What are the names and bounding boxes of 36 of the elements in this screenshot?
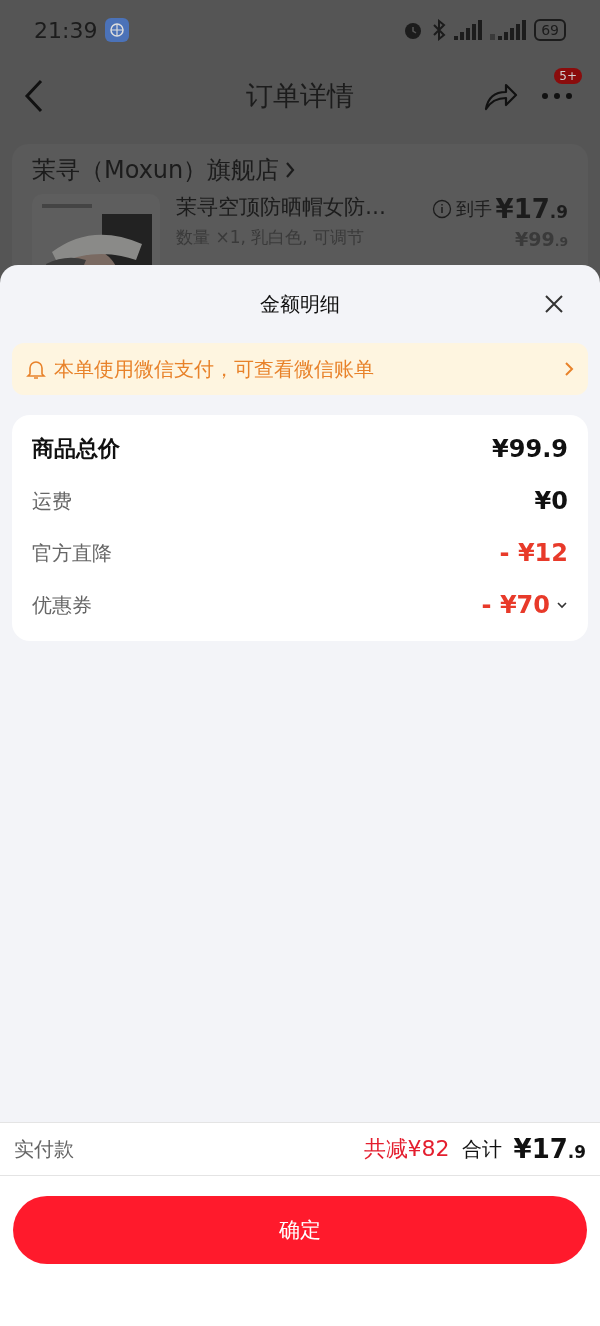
amount-label: 商品总价 <box>32 435 121 463</box>
page-title: 订单详情 <box>246 79 354 113</box>
chevron-right-icon <box>285 161 296 179</box>
product-title: 茉寻空顶防晒帽女防… <box>176 194 387 220</box>
bluetooth-icon <box>432 19 447 41</box>
payment-notice[interactable]: 本单使用微信支付，可查看微信账单 <box>12 343 588 395</box>
bell-icon <box>26 358 46 380</box>
summary-label: 实付款 <box>14 1135 75 1163</box>
total-saved: 共减¥82 <box>363 1135 450 1163</box>
share-icon[interactable] <box>484 81 518 111</box>
notification-badge: 5+ <box>554 68 582 84</box>
amount-label: 官方直降 <box>32 539 113 567</box>
info-icon[interactable] <box>431 199 452 219</box>
sheet-title: 金额明细 <box>260 290 340 318</box>
battery-level: 69 <box>534 19 566 41</box>
total-label: 合计 <box>461 1135 502 1163</box>
final-price: ¥17.9 <box>495 194 568 224</box>
amount-value: ¥0 <box>534 487 568 515</box>
chevron-icon[interactable] <box>556 600 568 610</box>
back-icon[interactable] <box>24 79 44 113</box>
signal-icon <box>490 20 527 40</box>
notice-text: 本单使用微信支付，可查看微信账单 <box>54 355 375 383</box>
globe-app-icon <box>105 18 130 42</box>
amount-label: 运费 <box>32 487 73 515</box>
amount-label: 优惠券 <box>32 591 93 619</box>
store-name[interactable]: 茉寻（Moxun）旗舰店 <box>32 154 280 186</box>
confirm-button[interactable]: 确定 <box>13 1196 587 1264</box>
amount-value: - ¥70 <box>481 591 550 619</box>
chevron-right-icon <box>564 361 574 377</box>
amount-value: ¥99.9 <box>492 435 568 463</box>
final-price-label: 到手 <box>455 197 492 221</box>
total-price: ¥17.9 <box>513 1134 586 1164</box>
signal-icon <box>454 20 483 40</box>
close-icon[interactable] <box>544 294 564 314</box>
status-time: 21:39 <box>34 17 98 43</box>
amount-value: - ¥12 <box>499 539 568 567</box>
